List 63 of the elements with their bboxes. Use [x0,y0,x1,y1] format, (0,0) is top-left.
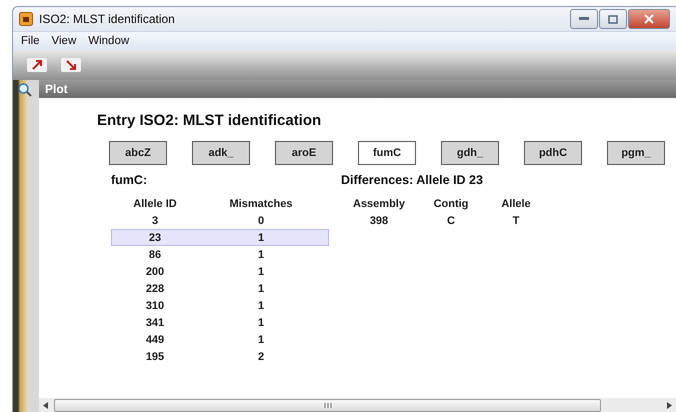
menu-item[interactable]: View [52,35,76,47]
column-header: Contig [432,198,470,210]
table-cell-text: 1 [256,232,266,244]
close-button[interactable] [628,9,670,29]
table-cell-text: 23 [148,232,162,244]
column-header: Allele [500,198,532,210]
column-header: Allele ID [132,198,178,210]
table-cell-text: 228 [144,282,166,294]
table-row[interactable]: 341 1 [111,314,329,331]
table-cell-text: 1 [256,316,266,328]
table-cell-text: 3 [150,214,160,226]
menu-item[interactable]: File [21,35,40,47]
table-row[interactable]: 228 1 [111,280,329,297]
scrollbar-thumb[interactable] [54,398,601,412]
close-icon [644,14,654,24]
table-row[interactable]: 86 1 [111,246,329,263]
table-title: fumC: [111,173,148,187]
column-header: Mismatches [228,198,294,210]
scroll-left-icon[interactable] [43,402,48,408]
table-row[interactable]: 310 1 [111,297,329,314]
table-row[interactable]: 200 1 [111,263,329,280]
table-row[interactable]: 3 0 [111,212,329,229]
table-cell-text: 449 [144,334,166,346]
table-cell-text: C [446,214,456,226]
gene-button[interactable]: pgm_ [607,141,665,165]
gene-button[interactable]: pdhC [524,141,582,165]
table-cell-text: T [512,214,520,226]
arrow-up-right-icon[interactable] [27,58,47,72]
table-cell-text: 0 [256,214,266,226]
gene-button[interactable]: fumC [358,141,416,165]
table-cell-text: 200 [144,266,166,278]
maximize-button[interactable] [599,9,627,29]
arrow-down-right-icon[interactable] [61,58,81,72]
table-row[interactable]: 23 1 [111,229,329,246]
gene-button[interactable]: adk_ [192,141,250,165]
menu-item[interactable]: Window [88,35,130,47]
minimize-button[interactable] [570,9,598,29]
app-icon [19,12,33,26]
table-row[interactable]: 195 2 [111,348,329,365]
minimize-icon [579,17,589,21]
scroll-right-icon[interactable] [667,402,672,408]
table-cell-text: 1 [256,334,266,346]
table-cell-text: 341 [144,316,166,328]
column-header: Assembly [352,198,406,210]
table-cell-text: 86 [148,248,162,260]
table-cell-text: 2 [256,350,266,362]
table-cell-text: 1 [256,266,266,278]
panel-header: Plot [39,80,676,98]
maximize-icon [608,14,618,24]
window-title: ISO2: MLST identification [39,12,176,26]
page-heading: Entry ISO2: MLST identification [97,112,322,129]
table-cell-text: 195 [144,350,166,362]
table-row[interactable]: 449 1 [111,331,329,348]
gene-button[interactable]: aroE [275,141,333,165]
search-icon[interactable] [17,82,33,98]
table-cell-text: 1 [256,248,266,260]
table-cell-text: 398 [368,214,390,226]
table-cell-text: 310 [144,300,166,312]
table-cell-text: 1 [256,282,266,294]
table-title: Differences: Allele ID 23 [341,173,483,187]
table-cell-text: 1 [256,300,266,312]
gene-button[interactable]: gdh_ [441,141,499,165]
gene-button[interactable]: abcZ [109,141,167,165]
